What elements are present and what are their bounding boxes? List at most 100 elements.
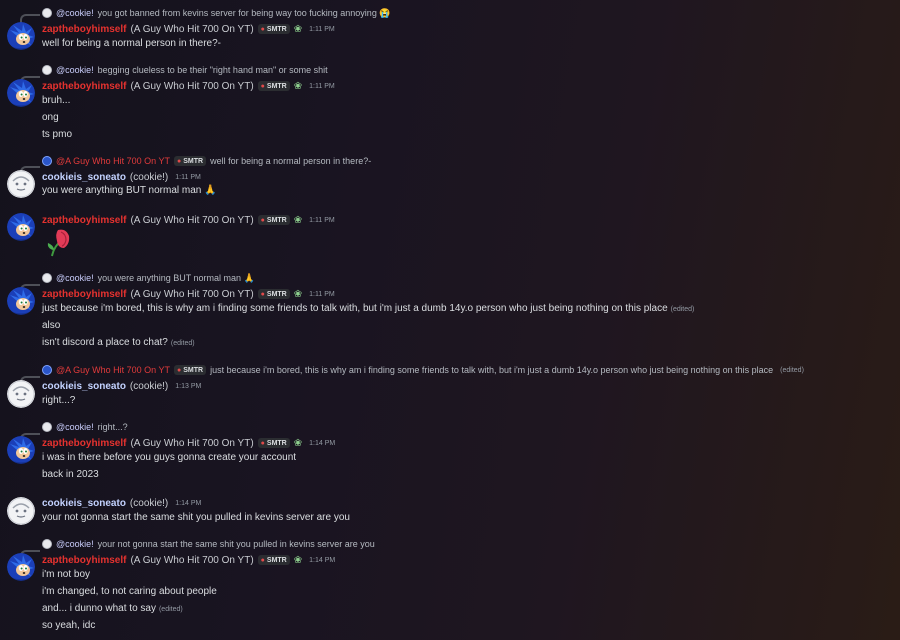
frog-badge-icon[interactable]: ❀ (294, 289, 302, 300)
display-name: (A Guy Who Hit 700 On YT) (130, 23, 254, 35)
message-line: isn't discord a place to chat? (42, 337, 168, 348)
reply-preview[interactable]: @A Guy Who Hit 700 On YT ● SMTR well for … (42, 155, 371, 167)
reply-preview[interactable]: @cookie! you got banned from kevins serv… (42, 7, 391, 19)
mushroom-icon: ● (260, 556, 265, 564)
reply-mention: @cookie! (56, 422, 94, 432)
reply-preview[interactable]: @cookie! you were anything BUT normal ma… (42, 272, 255, 284)
message-text: just because i'm bored, this is why am i… (42, 302, 694, 316)
reply-preview[interactable]: @A Guy Who Hit 700 On YT ● SMTR just beca… (42, 364, 804, 376)
message-text: i'm changed, to not caring about people (42, 586, 217, 597)
message-text: ong (42, 112, 59, 123)
blue-hedgehog-avatar[interactable] (7, 553, 35, 581)
message-text: right...? (42, 395, 76, 406)
timestamp[interactable]: 1:13 PM (175, 383, 201, 390)
message-header: zaptheboyhimself (A Guy Who Hit 700 On Y… (42, 287, 335, 301)
mushroom-icon: ● (260, 82, 265, 90)
reply-preview[interactable]: @cookie! right...? (42, 421, 128, 433)
server-tag-label: SMTR (266, 25, 287, 33)
message-header: zaptheboyhimself (A Guy Who Hit 700 On Y… (42, 79, 335, 93)
timestamp[interactable]: 1:11 PM (309, 83, 335, 90)
reply-avatar-icon (42, 8, 52, 18)
server-tag[interactable]: ● SMTR (257, 215, 290, 225)
edited-label: (edited) (780, 366, 804, 374)
username[interactable]: cookieis_soneato (42, 172, 126, 183)
reply-text: your not gonna start the same shit you p… (97, 539, 375, 549)
server-tag-label: SMTR (183, 366, 204, 374)
message-header: zaptheboyhimself (A Guy Who Hit 700 On Y… (42, 553, 335, 567)
reply-text: just because i'm bored, this is why am i… (210, 365, 774, 375)
timestamp[interactable]: 1:11 PM (309, 291, 335, 298)
reply-mention: @A Guy Who Hit 700 On YT (56, 365, 171, 375)
username[interactable]: cookieis_soneato (42, 381, 126, 392)
white-face-avatar[interactable] (7, 497, 35, 525)
timestamp[interactable]: 1:14 PM (309, 440, 335, 447)
username[interactable]: zaptheboyhimself (42, 81, 126, 92)
mushroom-icon: ● (260, 290, 265, 298)
message-text: i was in there before you guys gonna cre… (42, 452, 297, 463)
white-face-avatar[interactable] (7, 380, 35, 408)
server-tag-label: SMTR (266, 290, 287, 298)
frog-badge-icon[interactable]: ❀ (294, 81, 302, 92)
timestamp[interactable]: 1:11 PM (309, 26, 335, 33)
wilted-flower-icon[interactable] (44, 226, 74, 258)
username[interactable]: zaptheboyhimself (42, 215, 126, 226)
frog-badge-icon[interactable]: ❀ (294, 215, 302, 226)
server-tag-label: SMTR (266, 439, 287, 447)
display-name: (cookie!) (129, 171, 169, 183)
frog-badge-icon[interactable]: ❀ (294, 24, 302, 35)
username[interactable]: zaptheboyhimself (42, 24, 126, 35)
display-name: (A Guy Who Hit 700 On YT) (130, 554, 254, 566)
server-tag[interactable]: ● SMTR (257, 24, 290, 34)
reply-avatar-icon (42, 156, 52, 166)
server-tag-label: SMTR (266, 556, 287, 564)
timestamp[interactable]: 1:14 PM (309, 557, 335, 564)
reply-avatar-icon (42, 422, 52, 432)
frog-badge-icon[interactable]: ❀ (294, 438, 302, 449)
timestamp[interactable]: 1:14 PM (175, 500, 201, 507)
reply-preview[interactable]: @cookie! your not gonna start the same s… (42, 538, 375, 550)
mushroom-icon: ● (260, 25, 265, 33)
server-tag[interactable]: ● SMTR (257, 438, 290, 448)
message-text: bruh... (42, 95, 71, 106)
timestamp[interactable]: 1:11 PM (175, 174, 201, 181)
display-name: (A Guy Who Hit 700 On YT) (130, 437, 254, 449)
mushroom-icon: ● (177, 366, 182, 374)
server-tag[interactable]: ● SMTR (257, 81, 290, 91)
reply-text: well for being a normal person in there?… (210, 156, 372, 166)
reply-avatar-icon (42, 65, 52, 75)
frog-badge-icon[interactable]: ❀ (294, 555, 302, 566)
server-tag[interactable]: ● SMTR (174, 156, 207, 166)
message-header: cookieis_soneato (cookie!) 1:11 PM (42, 170, 201, 184)
reply-avatar-icon (42, 365, 52, 375)
display-name: (A Guy Who Hit 700 On YT) (130, 288, 254, 300)
mushroom-icon: ● (260, 216, 265, 224)
reply-text: you were anything BUT normal man 🙏 (97, 272, 255, 283)
blue-hedgehog-avatar[interactable] (7, 22, 35, 50)
message-text: ts pmo (42, 129, 73, 140)
timestamp[interactable]: 1:11 PM (309, 217, 335, 224)
blue-hedgehog-avatar[interactable] (7, 436, 35, 464)
message-text: also (42, 320, 61, 331)
message-header: zaptheboyhimself (A Guy Who Hit 700 On Y… (42, 213, 335, 227)
username[interactable]: zaptheboyhimself (42, 438, 126, 449)
blue-hedgehog-avatar[interactable] (7, 287, 35, 315)
server-tag-label: SMTR (266, 82, 287, 90)
server-tag[interactable]: ● SMTR (257, 555, 290, 565)
username[interactable]: zaptheboyhimself (42, 289, 126, 300)
message-text: i'm not boy (42, 569, 91, 580)
display-name: (cookie!) (129, 497, 169, 509)
message-header: cookieis_soneato (cookie!) 1:14 PM (42, 496, 201, 510)
blue-hedgehog-avatar[interactable] (7, 79, 35, 107)
username[interactable]: cookieis_soneato (42, 498, 126, 509)
reply-mention: @cookie! (56, 65, 94, 75)
white-face-avatar[interactable] (7, 170, 35, 198)
server-tag[interactable]: ● SMTR (257, 289, 290, 299)
server-tag-label: SMTR (183, 157, 204, 165)
display-name: (A Guy Who Hit 700 On YT) (130, 214, 254, 226)
reply-preview[interactable]: @cookie! begging clueless to be their "r… (42, 64, 328, 76)
username[interactable]: zaptheboyhimself (42, 555, 126, 566)
reply-avatar-icon (42, 273, 52, 283)
server-tag[interactable]: ● SMTR (174, 365, 207, 375)
blue-hedgehog-avatar[interactable] (7, 213, 35, 241)
edited-label: (edited) (170, 340, 195, 347)
